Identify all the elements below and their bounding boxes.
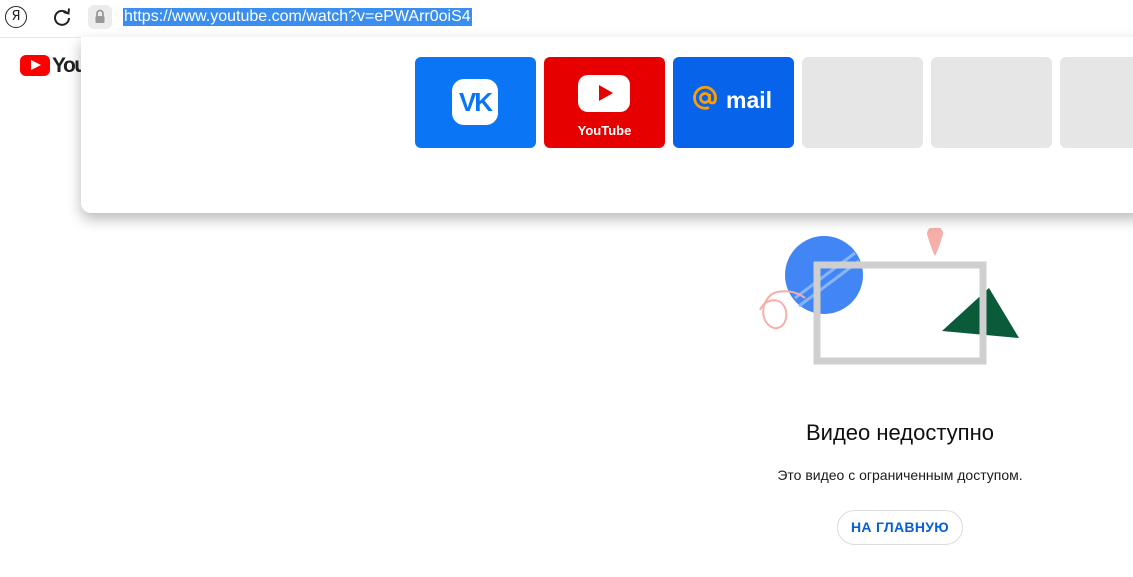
youtube-logo-icon [578, 75, 630, 112]
tile-youtube-caption: YouTube [577, 123, 632, 138]
unavailable-illustration [759, 228, 1019, 365]
tile-mail[interactable]: mail [673, 57, 794, 148]
tile-empty-3[interactable] [1060, 57, 1133, 148]
go-home-button[interactable]: НА ГЛАВНУЮ [837, 510, 963, 545]
tile-empty-2[interactable] [931, 57, 1052, 148]
yandex-home-button[interactable]: Я [5, 6, 27, 28]
tile-vk[interactable]: VK [415, 57, 536, 148]
url-text[interactable]: https://www.youtube.com/watch?v=ePWArr0o… [123, 8, 472, 26]
error-title: Видео недоступно [806, 420, 994, 445]
illustration-drop [927, 228, 943, 256]
reload-icon[interactable] [50, 5, 74, 29]
tile-youtube[interactable]: YouTube [544, 57, 665, 148]
tile-mail-word: mail [726, 87, 773, 113]
youtube-logo[interactable]: YouTube [20, 53, 130, 77]
address-bar[interactable]: https://www.youtube.com/watch?v=ePWArr0o… [88, 4, 1133, 30]
lock-icon[interactable] [88, 5, 112, 29]
youtube-play-icon [20, 55, 50, 76]
vk-logo-icon: VK [452, 79, 498, 125]
speed-dial-dropdown: VK YouTube mail [81, 37, 1133, 213]
browser-toolbar: Я https://www.youtube.com/watch?v=ePWArr… [0, 0, 1133, 38]
error-subtitle: Это видео с ограниченным доступом. [777, 467, 1023, 483]
at-sign-icon [693, 85, 717, 110]
tile-empty-1[interactable] [802, 57, 923, 148]
